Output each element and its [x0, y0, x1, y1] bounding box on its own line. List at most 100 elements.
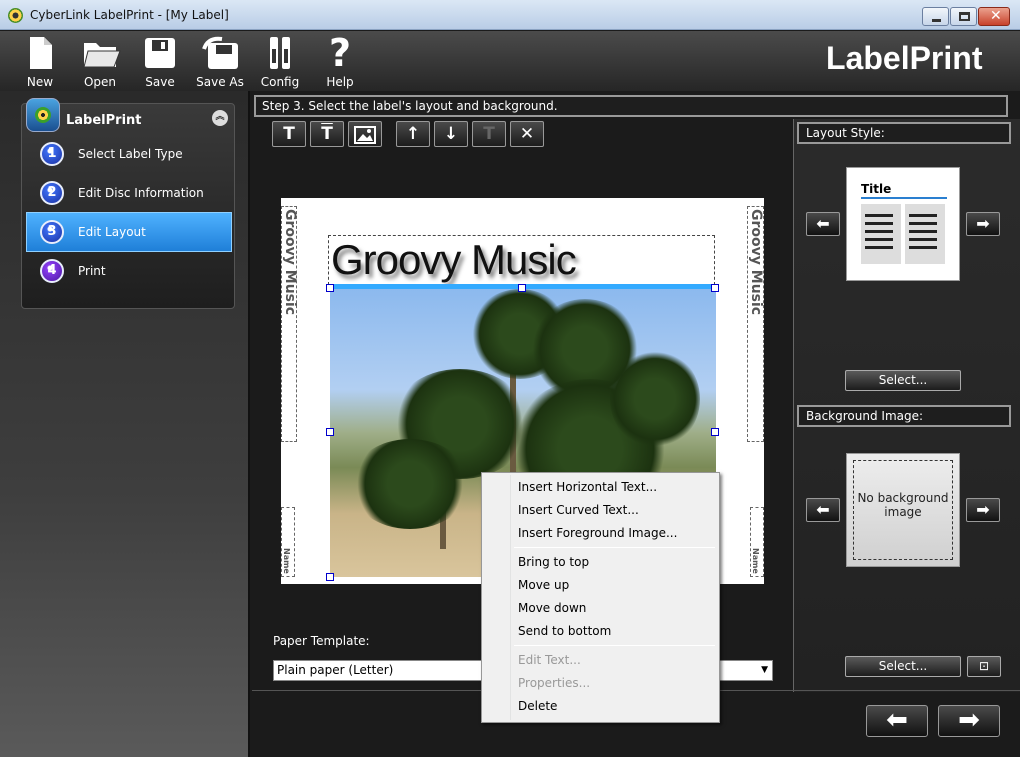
menu-item-delete[interactable]: Delete: [484, 695, 717, 718]
title-bar: CyberLink LabelPrint - [My Label] ✕: [0, 0, 1020, 30]
step-edit-layout[interactable]: 3 Edit Layout: [26, 212, 232, 252]
layout-prev-button[interactable]: ⬅: [806, 212, 840, 236]
background-thumbnail[interactable]: No background image: [846, 453, 960, 567]
right-side-text-box[interactable]: Groovy Music: [747, 206, 764, 442]
background-browse-button[interactable]: ⊡: [967, 656, 1001, 677]
menu-item-send-to-bottom[interactable]: Send to bottom: [484, 620, 717, 643]
bring-forward-button[interactable]: ↑: [396, 121, 430, 147]
no-background-text: No background image: [853, 460, 953, 560]
right-name-box[interactable]: Name: [750, 507, 764, 577]
right-side-text: Groovy Music: [748, 209, 764, 316]
paper-template-label: Paper Template:: [273, 634, 370, 648]
maximize-icon: [959, 12, 970, 21]
image-browse-icon: ⊡: [978, 659, 990, 673]
arrow-right-icon: ➡: [958, 705, 980, 735]
insert-image-button[interactable]: [348, 121, 382, 147]
step-number-icon: 3: [40, 220, 64, 244]
title-text-box[interactable]: Groovy Music: [328, 235, 715, 285]
edit-text-button[interactable]: T: [472, 121, 506, 147]
layout-next-button[interactable]: ➡: [966, 212, 1000, 236]
step-edit-disc-information[interactable]: 2 Edit Disc Information: [26, 173, 232, 213]
label-title-text: Groovy Music: [331, 236, 577, 283]
right-panel: Layout Style: ⬅ Title ➡ Select... Backgr…: [793, 119, 1020, 692]
list-icon: [909, 214, 937, 254]
layout-thumb-rule: [861, 197, 947, 199]
resize-handle[interactable]: [326, 428, 334, 436]
resize-handle[interactable]: [711, 428, 719, 436]
left-name-text: Name: [282, 548, 291, 574]
arrow-right-icon: ➡: [976, 500, 990, 519]
wizard-header: LabelPrint ︽: [22, 98, 234, 134]
left-side-text-box[interactable]: Groovy Music: [281, 206, 298, 442]
resize-handle[interactable]: [326, 284, 334, 292]
floppy-icon: [142, 35, 178, 71]
menu-item-move-up[interactable]: Move up: [484, 574, 717, 597]
menu-separator: [514, 547, 715, 548]
layout-thumbnail[interactable]: Title: [846, 167, 960, 281]
config-button[interactable]: Config: [250, 35, 310, 91]
close-button[interactable]: ✕: [978, 7, 1010, 26]
layout-select-button[interactable]: Select...: [845, 370, 961, 391]
resize-handle[interactable]: [711, 284, 719, 292]
background-prev-button[interactable]: ⬅: [806, 498, 840, 522]
list-icon: [865, 214, 893, 254]
arrow-down-icon: ↓: [443, 124, 459, 144]
menu-item-insert-foreground-image[interactable]: Insert Foreground Image...: [484, 522, 717, 545]
arrow-left-icon: ⬅: [816, 214, 830, 233]
step-number-icon: 4: [40, 259, 64, 283]
step-select-label-type[interactable]: 1 Select Label Type: [26, 134, 232, 174]
step-label: Print: [78, 264, 106, 278]
step-number-icon: 2: [40, 181, 64, 205]
collapse-icon[interactable]: ︽: [212, 110, 228, 126]
labelprint-logo-icon: [26, 98, 60, 132]
open-button[interactable]: Open: [70, 35, 130, 91]
help-button[interactable]: ? Help: [310, 34, 370, 91]
delete-icon: ✕: [519, 124, 535, 144]
menu-item-insert-horizontal-text[interactable]: Insert Horizontal Text...: [484, 476, 717, 499]
app-icon: [8, 8, 23, 23]
send-backward-button[interactable]: ↓: [434, 121, 468, 147]
layout-thumb-title: Title: [861, 182, 892, 196]
step-number-icon: 1: [40, 142, 64, 166]
resize-handle[interactable]: [518, 284, 526, 292]
minimize-button[interactable]: [922, 7, 949, 26]
step-label: Edit Disc Information: [78, 186, 204, 200]
brand-logo: LabelPrint: [826, 40, 983, 76]
text-icon: T: [283, 124, 295, 144]
arrow-left-icon: ⬅: [886, 705, 908, 735]
background-next-button[interactable]: ➡: [966, 498, 1000, 522]
insert-curved-text-button[interactable]: T: [310, 121, 344, 147]
wizard-title: LabelPrint: [66, 113, 142, 128]
menu-item-bring-to-top[interactable]: Bring to top: [484, 551, 717, 574]
left-name-box[interactable]: Name: [281, 507, 295, 577]
save-as-icon: [202, 35, 238, 71]
menu-item-edit-text: Edit Text...: [518, 653, 581, 667]
tools-icon: [262, 35, 298, 71]
menu-item-properties: Properties...: [518, 676, 591, 690]
step-print[interactable]: 4 Print: [26, 251, 232, 291]
menu-item-move-down[interactable]: Move down: [484, 597, 717, 620]
menu-separator: [514, 645, 715, 646]
background-select-button[interactable]: Select...: [845, 656, 961, 677]
left-side-text: Groovy Music: [282, 209, 298, 316]
arrow-left-icon: ⬅: [816, 500, 830, 519]
insert-text-button[interactable]: T: [272, 121, 306, 147]
maximize-button[interactable]: [950, 7, 977, 26]
config-label: Config: [260, 75, 300, 89]
new-button[interactable]: New: [10, 35, 70, 91]
folder-icon: [82, 35, 121, 71]
save-as-label: Save As: [196, 75, 244, 89]
delete-button[interactable]: ✕: [510, 121, 544, 147]
paper-template-value: Plain paper (Letter): [277, 663, 394, 677]
step-instruction-bar: Step 3. Select the label's layout and ba…: [254, 95, 1008, 117]
save-button[interactable]: Save: [130, 35, 190, 91]
save-as-button[interactable]: Save As: [190, 35, 250, 91]
new-label: New: [26, 75, 54, 89]
menu-item-insert-curved-text[interactable]: Insert Curved Text...: [484, 499, 717, 522]
right-name-text: Name: [751, 548, 760, 574]
edit-text-icon: T: [483, 124, 495, 144]
step-label: Edit Layout: [78, 225, 146, 239]
next-button[interactable]: ➡: [938, 705, 1000, 737]
back-button[interactable]: ⬅: [866, 705, 928, 737]
resize-handle[interactable]: [326, 573, 334, 581]
